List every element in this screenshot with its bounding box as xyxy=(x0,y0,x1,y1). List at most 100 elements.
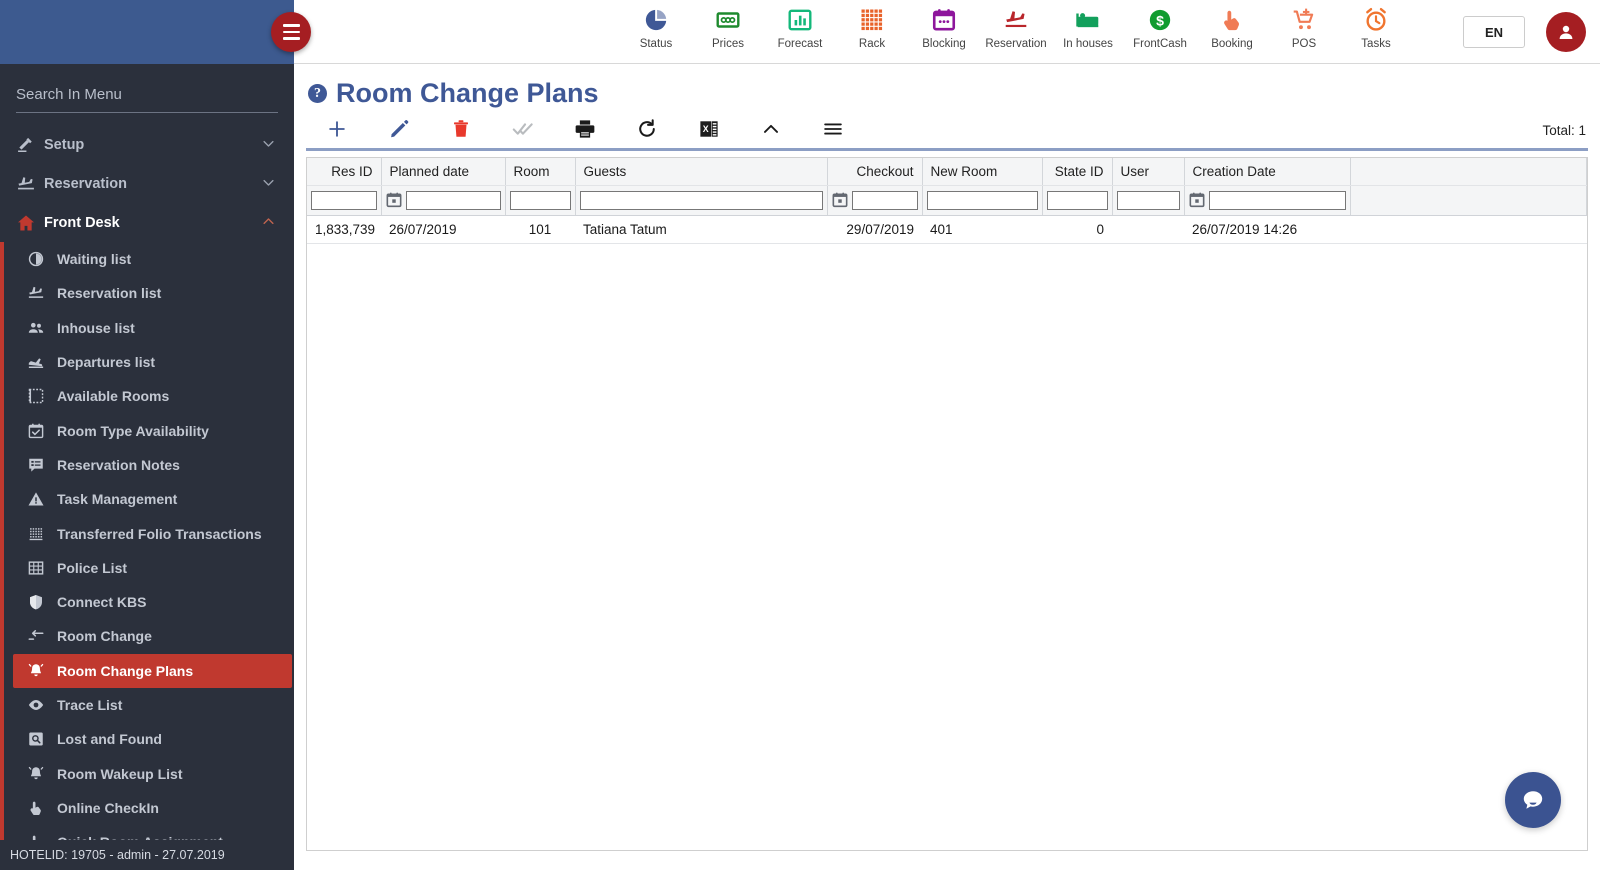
sidebar-item-trace-list[interactable]: Trace List xyxy=(13,688,292,722)
sidebar-item-reservation-list[interactable]: Reservation list xyxy=(13,276,292,310)
sidebar-group-reservation[interactable]: Reservation xyxy=(0,164,294,203)
sidebar-item-label: Police List xyxy=(57,559,128,576)
sidebar-item-room-wakeup-list[interactable]: Room Wakeup List xyxy=(13,756,292,790)
total-count-label: Total: 1 xyxy=(1542,123,1586,138)
svg-text:X: X xyxy=(703,124,709,134)
plus-icon xyxy=(326,118,348,145)
arrows-swap-icon xyxy=(27,627,57,645)
plane-arrival-icon xyxy=(16,174,44,194)
filter-input-res_id[interactable] xyxy=(311,190,377,210)
sidebar-item-transferred-folio-transactions[interactable]: Transferred Folio Transactions xyxy=(13,516,292,550)
bed-icon xyxy=(1075,6,1101,34)
nav-item-in-houses[interactable]: In houses xyxy=(1052,0,1124,64)
filter-input-checkout[interactable] xyxy=(851,190,918,210)
grid-header-state_id[interactable]: State ID xyxy=(1042,158,1113,186)
refresh-icon xyxy=(636,118,658,145)
filter-input-planned_date[interactable] xyxy=(405,190,501,210)
sidebar-item-departures-list[interactable]: Departures list xyxy=(13,345,292,379)
calendar-small-icon[interactable] xyxy=(386,192,402,208)
grid-header-checkout[interactable]: Checkout xyxy=(827,158,923,186)
grid-header-creation_date[interactable]: Creation Date xyxy=(1184,158,1351,186)
plane-departure-icon xyxy=(27,353,57,371)
filter-input-room[interactable] xyxy=(509,190,571,210)
sidebar-item-lost-and-found[interactable]: Lost and Found xyxy=(13,722,292,756)
nav-item-label: Blocking xyxy=(922,38,966,50)
cell-state_id: 0 xyxy=(1042,215,1112,244)
header-brand-area xyxy=(0,0,294,64)
home-icon xyxy=(16,213,44,233)
grid-dots-icon xyxy=(859,6,885,34)
sidebar-item-connect-kbs[interactable]: Connect KBS xyxy=(13,585,292,619)
grid-header-room[interactable]: Room xyxy=(505,158,576,186)
filter-input-user[interactable] xyxy=(1116,190,1180,210)
filter-cell-wrap xyxy=(386,190,501,210)
filter-input-creation_date[interactable] xyxy=(1208,190,1346,210)
sidebar-toggle-button[interactable] xyxy=(271,12,311,52)
sidebar-item-inhouse-list[interactable]: Inhouse list xyxy=(13,311,292,345)
table-row[interactable]: 1,833,739 26/07/2019 101 Tatiana Tatum 29/07… xyxy=(307,215,1587,244)
user-account-icon xyxy=(1559,25,1573,39)
grid-header-new_room[interactable]: New Room xyxy=(922,158,1043,186)
grid-header-planned_date[interactable]: Planned date xyxy=(381,158,506,186)
filter-input-new_room[interactable] xyxy=(926,190,1038,210)
refresh-button[interactable] xyxy=(616,116,678,148)
collapse-button[interactable] xyxy=(740,116,802,148)
nav-item-prices[interactable]: Prices xyxy=(692,0,764,64)
chevron-down-icon xyxy=(261,175,276,193)
filter-cell-wrap xyxy=(832,190,918,210)
nav-item-reservation[interactable]: Reservation xyxy=(980,0,1052,64)
filter-input-guests[interactable] xyxy=(579,190,823,210)
menu-button[interactable] xyxy=(802,116,864,148)
excel-button[interactable]: X xyxy=(678,116,740,148)
grid-header-guests[interactable]: Guests xyxy=(575,158,828,186)
confirm-button[interactable] xyxy=(492,116,554,148)
sidebar-item-room-type-availability[interactable]: Room Type Availability xyxy=(13,413,292,447)
header-nav-icons: Status Prices Forecast Rack Blocking Reservat… xyxy=(620,0,1412,64)
bell-ring-icon xyxy=(27,765,57,783)
nav-item-pos[interactable]: POS xyxy=(1268,0,1340,64)
filter-input-state_id[interactable] xyxy=(1046,190,1108,210)
search-input[interactable] xyxy=(16,82,278,113)
print-button[interactable] xyxy=(554,116,616,148)
shopping-cart-icon xyxy=(1291,6,1317,34)
sidebar-item-reservation-notes[interactable]: Reservation Notes xyxy=(13,448,292,482)
nav-item-status[interactable]: Status xyxy=(620,0,692,64)
nav-item-booking[interactable]: Booking xyxy=(1196,0,1268,64)
nav-item-forecast[interactable]: Forecast xyxy=(764,0,836,64)
sidebar-item-online-checkin[interactable]: Online CheckIn xyxy=(13,791,292,825)
grid-header-user[interactable]: User xyxy=(1112,158,1185,186)
sidebar-item-room-change[interactable]: Room Change xyxy=(13,619,292,653)
help-icon[interactable]: ? xyxy=(308,84,327,103)
sidebar-item-room-change-plans[interactable]: Room Change Plans xyxy=(13,653,292,688)
sidebar-group-setup[interactable]: Setup xyxy=(0,125,294,164)
add-button[interactable] xyxy=(306,116,368,148)
delete-button[interactable] xyxy=(430,116,492,148)
cell-creation_date: 26/07/2019 14:26 xyxy=(1184,215,1350,244)
calendar-small-icon[interactable] xyxy=(832,192,848,208)
calendar-small-icon[interactable] xyxy=(1189,192,1205,208)
nav-item-tasks[interactable]: Tasks xyxy=(1340,0,1412,64)
tools-icon xyxy=(16,135,44,155)
nav-item-frontcash[interactable]: $ FrontCash xyxy=(1124,0,1196,64)
sidebar-item-available-rooms[interactable]: Available Rooms xyxy=(13,379,292,413)
chat-support-button[interactable] xyxy=(1505,772,1561,828)
grid-header-label: Res ID xyxy=(331,163,373,179)
grid-header-label: New Room xyxy=(930,163,998,179)
language-selector[interactable]: EN xyxy=(1463,16,1525,48)
grid-filter-cell-state_id xyxy=(1042,185,1113,216)
user-account-button[interactable] xyxy=(1546,12,1586,52)
grid-header-spare[interactable] xyxy=(1350,158,1587,186)
sidebar-group-front-desk[interactable]: Front Desk xyxy=(0,203,294,242)
sidebar-item-task-management[interactable]: Task Management xyxy=(13,482,292,516)
cell-user xyxy=(1112,215,1184,244)
nav-item-rack[interactable]: Rack xyxy=(836,0,908,64)
sidebar-item-waiting-list[interactable]: Waiting list xyxy=(13,242,292,276)
grid-header-res_id[interactable]: Res ID xyxy=(307,158,382,186)
nav-item-blocking[interactable]: Blocking xyxy=(908,0,980,64)
clock-half-icon xyxy=(27,250,57,268)
sidebar-item-police-list[interactable]: Police List xyxy=(13,551,292,585)
plane-arrival-icon xyxy=(27,284,57,302)
sidebar-group-label: Front Desk xyxy=(44,214,120,231)
edit-button[interactable] xyxy=(368,116,430,148)
filter-cell-wrap xyxy=(926,190,1038,210)
